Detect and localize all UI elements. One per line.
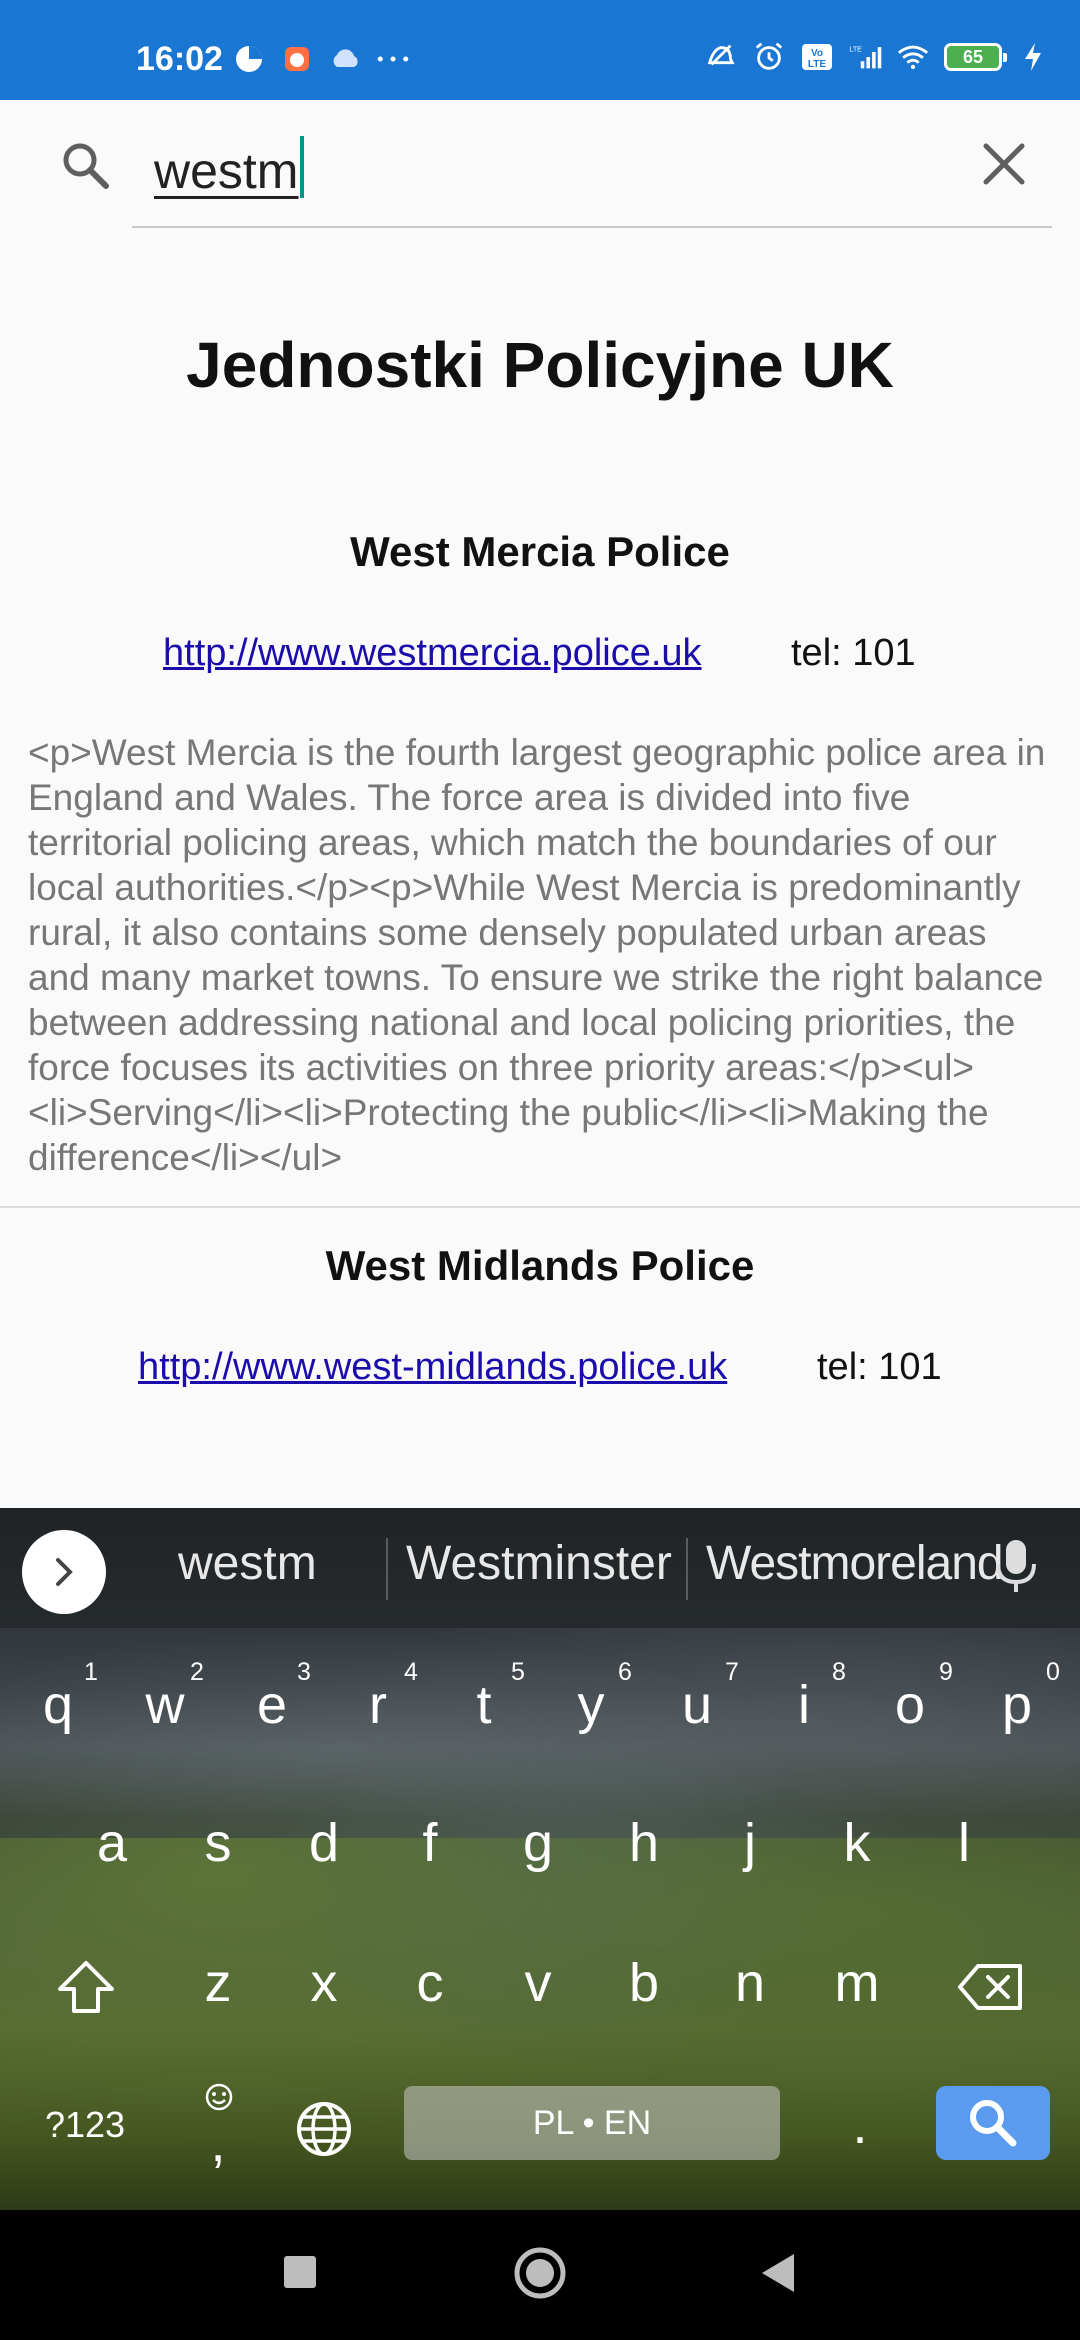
vibrate-off-icon <box>704 40 738 74</box>
status-bar: 16:02 Vo LTE LTE 65 <box>0 0 1080 100</box>
battery-icon: 65 <box>944 43 1007 71</box>
status-notification-icons <box>232 42 410 76</box>
key-z[interactable]: z <box>168 1928 268 2038</box>
result-description-west-mercia: <p>West Mercia is the fourth largest geo… <box>28 732 1046 1178</box>
suggestion-divider <box>686 1538 688 1600</box>
shift-icon <box>58 1960 114 2013</box>
key-j[interactable]: j <box>700 1788 800 1898</box>
key-x[interactable]: x <box>274 1928 374 2038</box>
key-b[interactable]: b <box>594 1928 694 2038</box>
result-name-west-mercia: West Mercia Police <box>350 528 730 575</box>
hint-2: 2 <box>190 1658 204 1686</box>
status-time: 16:02 <box>136 40 223 78</box>
backspace-icon <box>958 1963 1022 2010</box>
toolbar-expand-button[interactable] <box>22 1530 106 1614</box>
key-a[interactable]: a <box>62 1788 162 1898</box>
soft-keyboard: westm Westminster Westmoreland q w e r t… <box>0 1508 1080 2210</box>
spacebar[interactable]: PL • EN <box>404 2086 780 2160</box>
shift-key[interactable] <box>36 1928 136 2038</box>
result-link-west-midlands[interactable]: http://www.west-midlands.police.uk <box>138 1346 727 1389</box>
comma-emoji-key[interactable]: , <box>168 2070 268 2180</box>
search-input-value[interactable]: westm <box>154 136 305 200</box>
key-n[interactable]: n <box>700 1928 800 2038</box>
recents-square-icon[interactable] <box>282 2254 318 2295</box>
suggestion-strip: westm Westminster Westmoreland <box>0 1508 1080 1628</box>
result-name-west-midlands: West Midlands Police <box>325 1242 755 1289</box>
backspace-key[interactable] <box>942 1928 1042 2038</box>
svg-text:LTE: LTE <box>849 45 862 53</box>
system-navigation-bar <box>0 2210 1080 2340</box>
charging-bolt-icon <box>1016 40 1050 74</box>
hint-5: 5 <box>511 1658 525 1686</box>
hint-3: 3 <box>297 1658 311 1686</box>
clear-search-close-icon[interactable] <box>978 138 1030 195</box>
keyboard-search-icon <box>970 2100 1017 2147</box>
hint-8: 8 <box>832 1658 846 1686</box>
text-cursor <box>300 136 305 198</box>
page-title: Jednostki Policyjne UK <box>186 329 894 401</box>
back-triangle-icon[interactable] <box>758 2252 796 2299</box>
suggestion-2[interactable]: Westminster <box>406 1536 672 1591</box>
keyboard-search-button[interactable] <box>936 2086 1050 2160</box>
key-l[interactable]: l <box>914 1788 1014 1898</box>
key-c[interactable]: c <box>380 1928 480 2038</box>
result-tel-west-midlands[interactable]: tel: 101 <box>817 1346 942 1389</box>
svg-text:Vo: Vo <box>811 48 823 59</box>
cloud-icon <box>328 42 362 76</box>
hint-9: 9 <box>939 1658 953 1686</box>
home-circle-icon[interactable] <box>513 2246 567 2305</box>
wifi-icon <box>896 40 930 74</box>
pie-app-icon <box>232 42 266 76</box>
status-system-icons: Vo LTE LTE 65 <box>704 40 1050 74</box>
app-notification-icon <box>280 42 314 76</box>
result-link-west-mercia[interactable]: http://www.westmercia.police.uk <box>163 632 702 675</box>
suggestion-divider <box>386 1538 388 1600</box>
search-bar: westm <box>0 100 1080 232</box>
symbols-key[interactable]: ?123 <box>20 2070 150 2180</box>
search-icon[interactable] <box>58 138 114 199</box>
key-h[interactable]: h <box>594 1788 694 1898</box>
suggestion-1[interactable]: westm <box>178 1536 317 1591</box>
period-key[interactable]: . <box>810 2070 910 2180</box>
key-k[interactable]: k <box>807 1788 907 1898</box>
key-v[interactable]: v <box>488 1928 588 2038</box>
key-d[interactable]: d <box>274 1788 374 1898</box>
key-f[interactable]: f <box>380 1788 480 1898</box>
language-key[interactable] <box>274 2070 374 2180</box>
lte-signal-icon: LTE <box>848 40 882 74</box>
microphone-icon[interactable] <box>994 1538 1038 1601</box>
key-g[interactable]: g <box>488 1788 588 1898</box>
more-dots-icon <box>376 42 410 76</box>
result-tel-west-mercia[interactable]: tel: 101 <box>791 632 916 675</box>
result-divider <box>0 1206 1080 1208</box>
hint-0: 0 <box>1046 1658 1060 1686</box>
volte-icon: Vo LTE <box>800 40 834 74</box>
emoji-icon <box>205 2083 233 2111</box>
alarm-icon <box>752 40 786 74</box>
key-s[interactable]: s <box>168 1788 268 1898</box>
globe-icon <box>297 2101 351 2156</box>
hint-7: 7 <box>725 1658 739 1686</box>
hint-4: 4 <box>404 1658 418 1686</box>
suggestion-3[interactable]: Westmoreland <box>706 1536 1004 1591</box>
hint-6: 6 <box>618 1658 632 1686</box>
key-m[interactable]: m <box>807 1928 907 2038</box>
hint-1: 1 <box>84 1658 98 1686</box>
svg-text:LTE: LTE <box>808 59 826 70</box>
